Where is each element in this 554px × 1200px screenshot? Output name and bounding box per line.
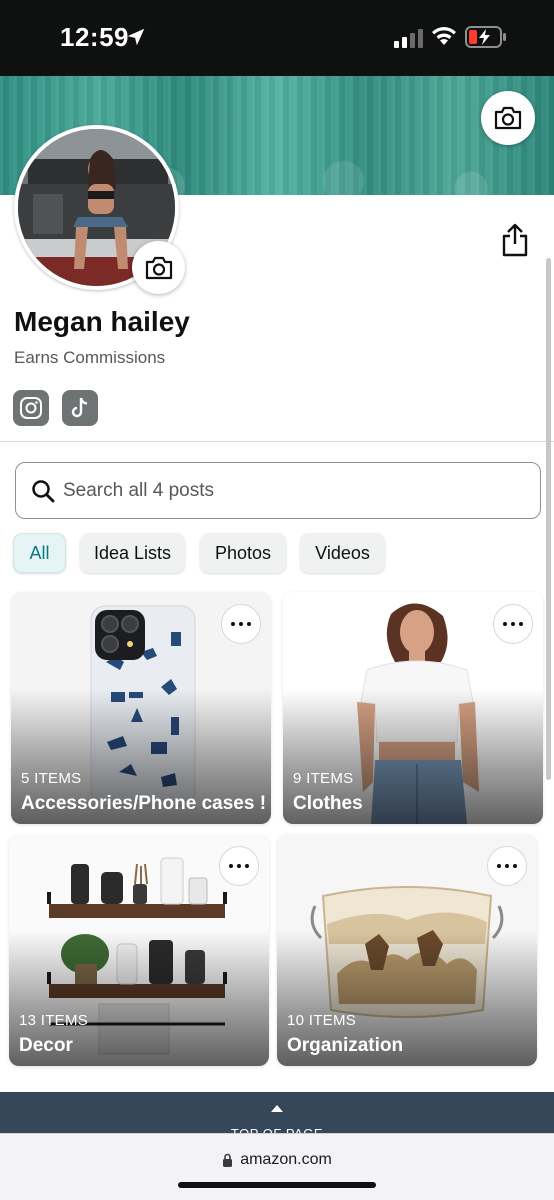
- dot: [237, 864, 241, 868]
- idea-list-card[interactable]: 13 ITEMS Decor: [9, 834, 269, 1066]
- dot: [247, 622, 251, 626]
- edit-cover-button[interactable]: [481, 91, 535, 145]
- url-display[interactable]: amazon.com: [0, 1151, 554, 1169]
- browser-address-bar[interactable]: amazon.com: [0, 1133, 554, 1200]
- cellular-signal-icon: [394, 29, 423, 48]
- profile-name: Megan hailey: [14, 306, 190, 337]
- search-input[interactable]: Search all 4 posts: [15, 462, 541, 519]
- list-title: Decor: [19, 1035, 73, 1056]
- caret-up-icon: [271, 1105, 283, 1112]
- dot: [239, 622, 243, 626]
- filter-chip-idea-lists[interactable]: Idea Lists: [80, 533, 185, 573]
- dot: [497, 864, 501, 868]
- edit-avatar-button[interactable]: [132, 241, 185, 294]
- back-to-top-bar[interactable]: TOP OF PAGE: [0, 1092, 554, 1141]
- instagram-link[interactable]: [13, 390, 49, 426]
- camera-icon: [494, 106, 522, 130]
- tiktok-icon: [71, 397, 88, 418]
- instagram-icon: [20, 397, 42, 419]
- item-count: 13 ITEMS: [19, 1012, 89, 1029]
- share-button[interactable]: [497, 220, 533, 260]
- lock-icon: [223, 1153, 233, 1167]
- status-bar: 12:59: [0, 0, 554, 76]
- item-count: 10 ITEMS: [287, 1012, 357, 1029]
- battery-charging-icon: [465, 26, 506, 48]
- scrollbar[interactable]: [546, 258, 551, 780]
- filter-chip-all[interactable]: All: [13, 533, 66, 573]
- camera-icon: [145, 256, 172, 279]
- location-arrow-icon: [127, 28, 145, 46]
- more-options-button[interactable]: [493, 604, 533, 644]
- dot: [511, 622, 515, 626]
- dot: [503, 622, 507, 626]
- dot: [229, 864, 233, 868]
- idea-list-card[interactable]: 5 ITEMS Accessories/Phone cases !: [11, 592, 271, 824]
- filter-chip-photos[interactable]: Photos: [200, 533, 286, 573]
- list-title: Accessories/Phone cases !: [21, 793, 267, 814]
- tiktok-link[interactable]: [62, 390, 98, 426]
- home-indicator[interactable]: [178, 1182, 376, 1188]
- dot: [245, 864, 249, 868]
- search-placeholder: Search all 4 posts: [63, 479, 215, 501]
- more-options-button[interactable]: [221, 604, 261, 644]
- list-title: Clothes: [293, 793, 363, 814]
- search-icon: [32, 479, 55, 502]
- wifi-icon: [432, 27, 456, 45]
- profile-subtitle: Earns Commissions: [14, 348, 166, 367]
- item-count: 5 ITEMS: [21, 770, 82, 787]
- filter-chip-videos[interactable]: Videos: [300, 533, 385, 573]
- dot: [231, 622, 235, 626]
- more-options-button[interactable]: [487, 846, 527, 886]
- more-options-button[interactable]: [219, 846, 259, 886]
- section-divider: [0, 441, 554, 442]
- dot: [513, 864, 517, 868]
- dot: [519, 622, 523, 626]
- item-count: 9 ITEMS: [293, 770, 354, 787]
- idea-list-card[interactable]: 10 ITEMS Organization: [277, 834, 537, 1066]
- list-title: Organization: [287, 1035, 404, 1056]
- url-text: amazon.com: [240, 1151, 332, 1168]
- share-icon: [502, 223, 528, 257]
- status-time: 12:59: [60, 22, 129, 52]
- idea-list-card[interactable]: 9 ITEMS Clothes: [283, 592, 543, 824]
- dot: [505, 864, 509, 868]
